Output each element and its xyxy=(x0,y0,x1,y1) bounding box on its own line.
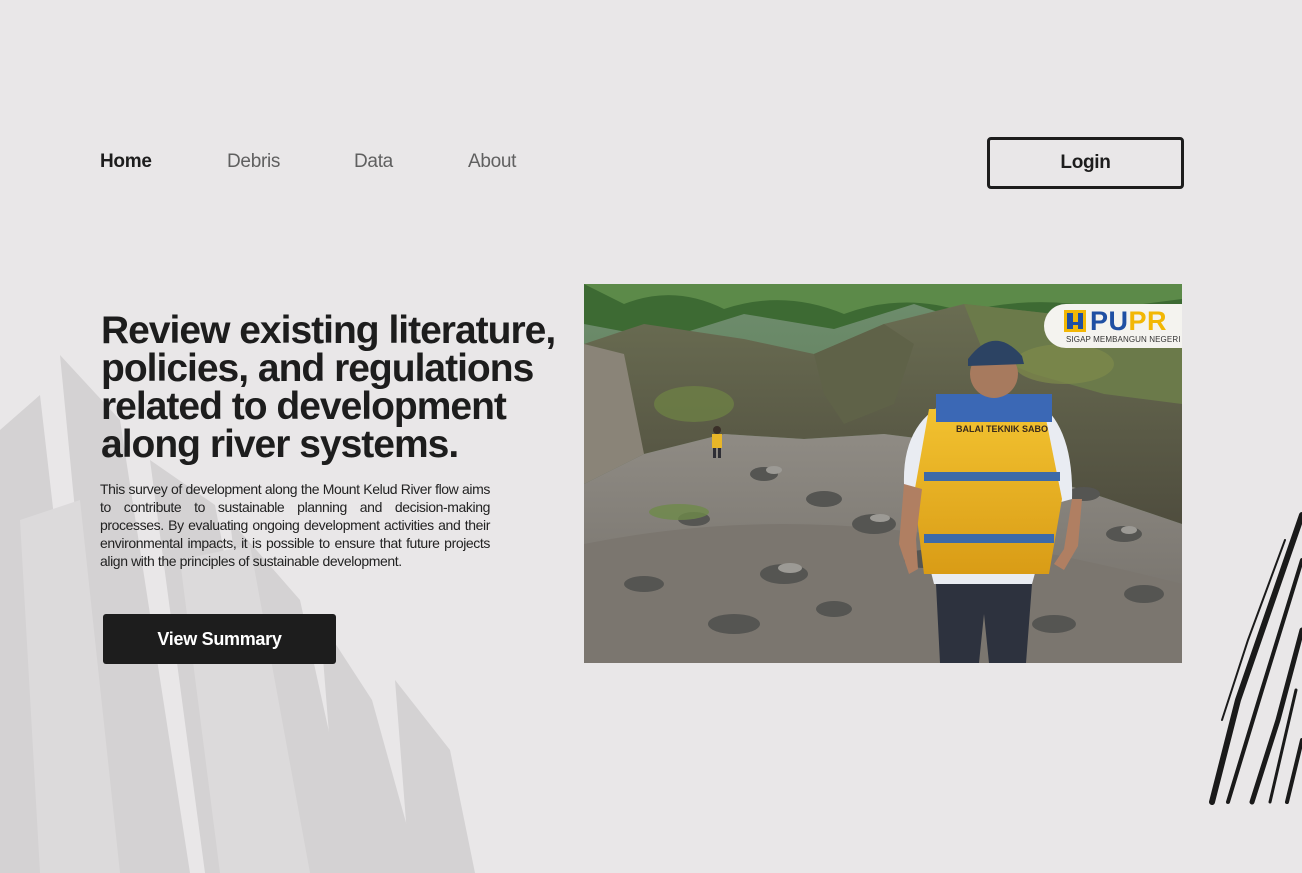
pupr-logo-badge: PUPR SIGAP MEMBANGUN NEGERI xyxy=(1044,304,1182,348)
pupr-wordmark: PUPR xyxy=(1090,305,1167,337)
vest-text: BALAI TEKNIK SABO xyxy=(956,424,1048,434)
pupr-wordmark-pu: PU xyxy=(1090,306,1129,336)
nav-item-debris[interactable]: Debris xyxy=(227,150,280,174)
hero-description: This survey of development along the Mou… xyxy=(100,481,490,569)
nav-item-home[interactable]: Home xyxy=(100,150,152,174)
view-summary-button[interactable]: View Summary xyxy=(103,614,336,664)
login-button[interactable]: Login xyxy=(987,137,1184,189)
pupr-wordmark-pr: PR xyxy=(1128,306,1168,336)
hero-title: Review existing literature, policies, an… xyxy=(101,309,556,466)
nav-item-about[interactable]: About xyxy=(468,150,516,174)
pupr-emblem-icon xyxy=(1064,310,1086,332)
pupr-tagline: SIGAP MEMBANGUN NEGERI xyxy=(1066,335,1181,344)
hero-photo: BALAI TEKNIK SABO PUPR SIGAP MEMBANGUN N… xyxy=(584,284,1182,663)
nav-item-data[interactable]: Data xyxy=(354,150,393,174)
